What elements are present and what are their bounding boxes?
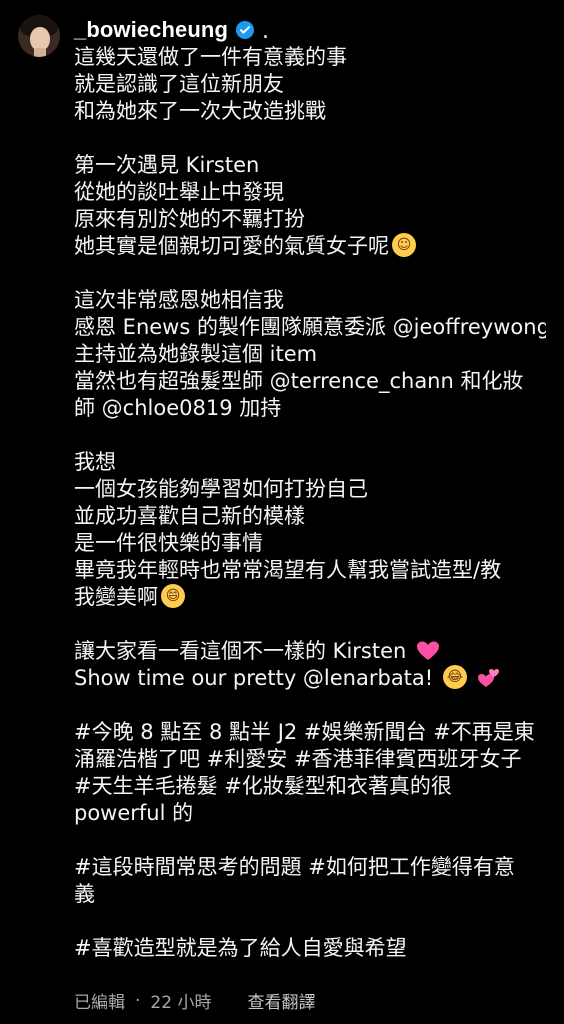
see-translation-link[interactable]: 查看翻譯 <box>247 988 315 1013</box>
caption-line: 我變美啊 😄 <box>74 584 546 611</box>
two-hearts-icon <box>477 669 499 687</box>
post-header: _bowiecheung . <box>74 12 269 48</box>
caption-gap <box>74 611 546 638</box>
tears-of-joy-icon: 😂 <box>442 665 467 689</box>
avatar-neck <box>34 48 46 57</box>
separator-dot: . <box>262 19 269 44</box>
caption-line: 第一次遇見 Kirsten <box>74 153 260 177</box>
verified-badge-icon <box>236 21 254 39</box>
caption-line: 一個女孩能夠學習如何打扮自己 <box>74 477 368 501</box>
caption-line: 和為她來了一次大改造挑戰 <box>74 99 326 123</box>
post-meta: 已編輯 · 22 小時 查看翻譯 <box>74 988 315 1014</box>
beating-heart-icon <box>417 641 440 660</box>
meta-dot: · <box>135 990 141 1011</box>
caption-line: 感恩 Enews 的製作團隊願意委派 @jeoffreywong <box>74 315 546 339</box>
caption-line: #這段時間常思考的問題 #如何把工作變得有意 <box>74 855 515 879</box>
caption-gap <box>74 827 546 854</box>
caption-line: 義 <box>74 882 95 906</box>
caption-line: powerful 的 <box>74 801 194 825</box>
username[interactable]: _bowiecheung <box>74 17 228 43</box>
caption-line: #今晚 8 點至 8 點半 J2 #娛樂新聞台 #不再是東 <box>74 720 535 744</box>
caption-line: 畢竟我年輕時也常常渴望有人幫我嘗試造型/教 <box>74 558 502 582</box>
caption-line: 師 @chloe0819 加持 <box>74 396 282 420</box>
caption-line: 從她的談吐舉止中發現 <box>74 180 284 204</box>
caption-gap <box>74 125 546 152</box>
caption-line: 這幾天還做了一件有意義的事 <box>74 45 347 69</box>
caption-line: 她其實是個親切可愛的氣質女子呢 ☺ <box>74 233 546 260</box>
caption-gap <box>74 260 546 287</box>
post-time: 22 小時 <box>150 993 212 1013</box>
caption-line: #天生羊毛捲髮 #化妝髮型和衣著真的很 <box>74 774 452 798</box>
rolling-on-floor-laughing-icon: 😄 <box>161 584 185 608</box>
caption-line: 我想 <box>74 450 116 474</box>
edited-label: 已編輯 <box>74 993 125 1013</box>
avatar[interactable] <box>18 15 60 57</box>
caption-body: 這幾天還做了一件有意義的事 就是認識了這位新朋友 和為她來了一次大改造挑戰 第一… <box>74 44 546 962</box>
caption-line: #喜歡造型就是為了給人自愛與希望 <box>74 936 407 960</box>
smiling-face-with-hearts-icon: ☺ <box>392 233 416 257</box>
caption-line: 原來有別於她的不羈打扮 <box>74 207 305 231</box>
caption-line: 當然也有超強髮型師 @terrence_chann 和化妝 <box>74 369 524 393</box>
caption-line: 涌羅浩楷了吧 #利愛安 #香港菲律賓西班牙女子 <box>74 747 522 771</box>
caption-line: Show time our pretty @lenarbata! 😂 <box>74 665 546 692</box>
caption-gap <box>74 692 546 719</box>
caption-line: 是一件很快樂的事情 <box>74 531 263 555</box>
caption-gap <box>74 422 546 449</box>
caption-line: 讓大家看一看這個不一樣的 Kirsten <box>74 638 546 665</box>
caption-gap <box>74 908 546 935</box>
caption-line: 就是認識了這位新朋友 <box>74 72 284 96</box>
caption-line: 並成功喜歡自己新的模樣 <box>74 504 305 528</box>
caption-line: 主持並為她錄製這個 item <box>74 342 318 366</box>
caption-line: 這次非常感恩她相信我 <box>74 288 284 312</box>
